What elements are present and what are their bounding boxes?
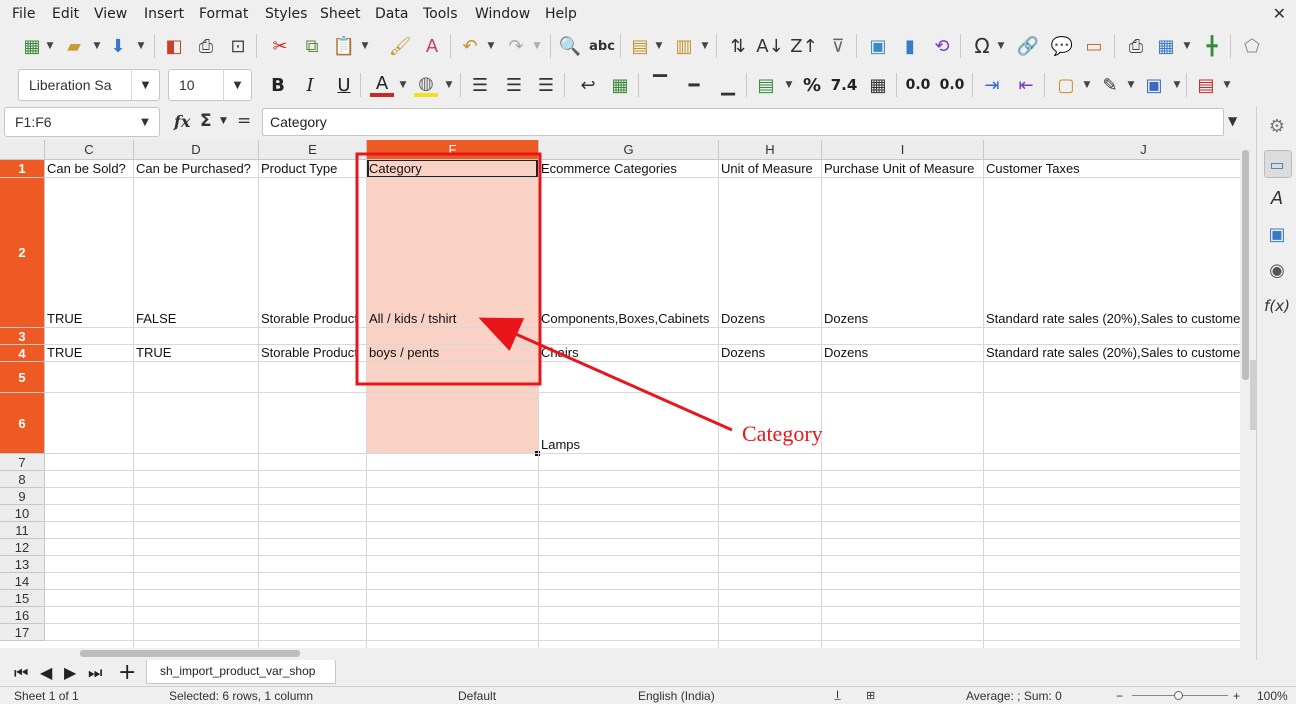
zoom-out-button[interactable]: − [1116,689,1123,703]
horizontal-scrollbar[interactable] [0,648,1240,660]
annotation-overlay [355,152,733,432]
annotation-box [355,152,542,386]
first-sheet-icon[interactable]: ⏮ [14,663,28,683]
vertical-scrollbar[interactable] [1240,140,1256,648]
horizontal-scroll-thumb[interactable] [80,650,300,657]
styles-panel-icon[interactable]: ▭ [1265,152,1289,176]
zoom-in-button[interactable]: + [1233,689,1240,703]
navigator-icon[interactable]: ◉ [1265,258,1289,282]
status-page-style[interactable]: Default [458,689,496,703]
font-styles-icon[interactable]: A [1265,186,1289,210]
status-bar: Sheet 1 of 1 Selected: 6 rows, 1 column … [0,686,1296,704]
sheet-tab-active[interactable]: sh_import_product_var_shop [146,660,336,684]
selection-mode-icon[interactable]: ⊞ [866,689,875,702]
sheet-tab-bar: ⏮ ◀ ▶ ⏭ + sh_import_product_var_shop [0,660,1296,686]
annotation-label: Category [742,421,823,446]
status-language[interactable]: English (India) [638,689,715,703]
zoom-slider-thumb[interactable] [1174,691,1183,700]
zoom-level[interactable]: 100% [1257,689,1288,703]
sheet-tab-label: sh_import_product_var_shop [160,664,316,678]
status-selection: Selected: 6 rows, 1 column [169,689,314,703]
properties-icon[interactable]: ⚙ [1265,114,1289,138]
next-sheet-icon[interactable]: ▶ [64,663,76,682]
status-statistics: Average: ; Sum: 0 [966,689,1062,703]
previous-sheet-icon[interactable]: ◀ [40,663,52,682]
gallery-icon[interactable]: ▣ [1265,222,1289,246]
add-sheet-button[interactable]: + [118,660,136,685]
insert-mode-icon[interactable]: I̲ [836,689,839,701]
status-sheet-info: Sheet 1 of 1 [14,689,79,703]
sidebar: ⚙ ▭ A ▣ ◉ f(x) [1256,106,1296,686]
functions-icon[interactable]: f(x) [1264,294,1290,318]
vertical-scroll-thumb[interactable] [1242,150,1249,380]
annotation-arrow [478,317,733,432]
last-sheet-icon[interactable]: ⏭ [88,663,102,683]
